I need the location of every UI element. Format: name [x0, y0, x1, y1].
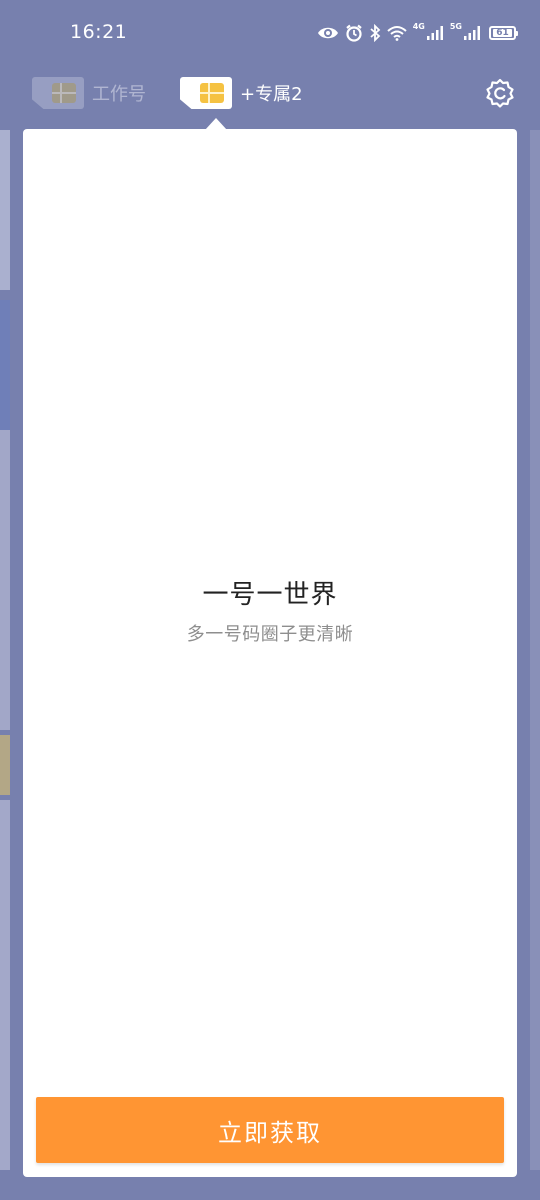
side-card-peek [0, 130, 10, 290]
alarm-icon [346, 24, 362, 42]
sim-tabs: 工作号 +专属2 [0, 74, 540, 114]
get-now-button[interactable]: 立即获取 [36, 1097, 504, 1163]
main-card: 一号一世界 多一号码圈子更清晰 立即获取 [23, 129, 517, 1177]
empty-state-subtitle: 多一号码圈子更清晰 [186, 624, 354, 645]
bluetooth-icon [370, 24, 381, 42]
side-card-peek [0, 430, 10, 730]
sim-tab-exclusive-2[interactable]: +专属2 [180, 74, 303, 112]
battery-icon: 61 [489, 26, 518, 40]
battery-level: 61 [493, 29, 512, 38]
settings-button[interactable] [484, 77, 516, 109]
network-5g-label: 5G [449, 22, 462, 31]
settings-icon [486, 78, 514, 108]
sim-card-icon [180, 77, 232, 109]
wifi-icon [387, 26, 407, 41]
status-bar: 16:21 4G 5G 61 [0, 0, 540, 66]
signal-icon [464, 26, 480, 40]
sim-chip [52, 83, 76, 103]
sim-chip [200, 83, 224, 103]
sim-tab-label: +专属2 [240, 84, 303, 105]
sim-tab-work[interactable]: 工作号 [32, 74, 146, 112]
eye-icon [317, 27, 338, 39]
signal-icon [426, 26, 443, 40]
sim-card-icon [32, 77, 84, 109]
status-time: 16:21 [70, 21, 128, 43]
network-4g-label: 4G [412, 22, 425, 31]
sim-tab-label: 工作号 [92, 84, 146, 105]
empty-state-title: 一号一世界 [202, 580, 338, 610]
side-card-peek [0, 800, 10, 1170]
side-card-peek [530, 130, 540, 1170]
side-card-peek [0, 300, 10, 430]
status-icons: 4G 5G 61 [317, 22, 518, 44]
side-card-peek [0, 735, 10, 795]
